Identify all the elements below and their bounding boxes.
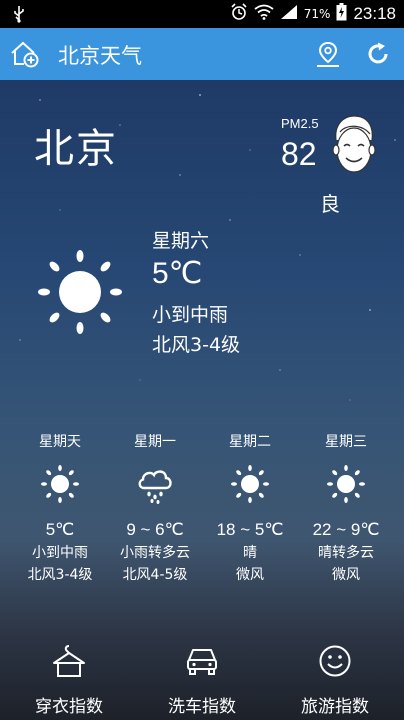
wifi-icon xyxy=(254,4,274,24)
carwash-index-button[interactable]: 洗车指数 xyxy=(135,640,269,717)
status-bar: 71% 23:18 xyxy=(0,0,404,28)
app-title: 北京天气 xyxy=(58,44,142,68)
clothing-index-label: 穿衣指数 xyxy=(35,697,103,717)
today-temperature: 5℃ xyxy=(152,257,203,290)
sun-icon xyxy=(36,248,124,336)
forecast-wind: 北风4-5级 xyxy=(122,567,188,583)
clothing-icon xyxy=(53,645,85,677)
today-condition: 小到中雨 xyxy=(152,304,229,326)
forecast-list: 星期天 5℃ 小到中雨 北风3-4级 星期一 9 ~ 6℃ 小雨转多云 北风4-… xyxy=(10,432,396,602)
forecast-day: 星期天 xyxy=(39,434,81,450)
smiling-face-icon xyxy=(326,112,382,184)
rain-cloud-icon xyxy=(138,470,172,504)
today-day: 星期六 xyxy=(152,230,210,252)
car-icon xyxy=(187,649,217,675)
carwash-index-label: 洗车指数 xyxy=(168,697,236,717)
forecast-temp: 22 ~ 9℃ xyxy=(312,520,380,539)
signal-icon xyxy=(280,4,298,24)
forecast-condition: 小雨转多云 xyxy=(120,545,190,561)
forecast-condition: 小到中雨 xyxy=(32,545,88,561)
forecast-temp: 18 ~ 5℃ xyxy=(216,520,284,539)
forecast-wind: 微风 xyxy=(236,567,264,583)
sun-icon xyxy=(231,465,269,503)
forecast-wind: 微风 xyxy=(332,567,360,583)
travel-index-button[interactable]: 旅游指数 xyxy=(268,640,402,717)
forecast-day: 星期三 xyxy=(325,434,367,450)
forecast-item: 星期三 22 ~ 9℃ 晴转多云 微风 xyxy=(296,432,396,586)
smiley-icon xyxy=(319,645,351,677)
sun-icon xyxy=(41,465,79,503)
home-add-icon[interactable] xyxy=(10,39,40,69)
weather-main: 北京 PM2.5 82 良 星期六 5℃ 小到中雨 北风3-4级 星期天 5℃ … xyxy=(0,80,404,720)
battery-charging-icon xyxy=(336,3,347,25)
alarm-icon xyxy=(230,3,248,25)
pm25-value: 82 xyxy=(281,136,317,172)
refresh-icon[interactable] xyxy=(364,40,392,68)
forecast-day: 星期一 xyxy=(134,434,176,450)
app-bar: 北京天气 xyxy=(0,28,404,80)
index-bar: 穿衣指数 洗车指数 旅游指数 xyxy=(0,640,404,720)
clothing-index-button[interactable]: 穿衣指数 xyxy=(2,640,136,717)
forecast-condition: 晴转多云 xyxy=(318,545,374,561)
pm25-label: PM2.5 xyxy=(281,116,319,131)
forecast-item: 星期一 9 ~ 6℃ 小雨转多云 北风4-5级 xyxy=(105,432,205,586)
sun-icon xyxy=(327,465,365,503)
forecast-item: 星期二 18 ~ 5℃ 晴 微风 xyxy=(200,432,300,586)
city-name: 北京 xyxy=(34,126,118,172)
location-pin-icon[interactable] xyxy=(314,40,342,68)
status-time: 23:18 xyxy=(353,4,396,23)
air-quality-level: 良 xyxy=(320,192,340,216)
forecast-wind: 北风3-4级 xyxy=(27,567,93,583)
forecast-temp: 5℃ xyxy=(45,520,75,539)
battery-percent: 71% xyxy=(303,7,331,21)
travel-index-label: 旅游指数 xyxy=(301,697,369,717)
usb-icon xyxy=(12,5,26,27)
today-wind: 北风3-4级 xyxy=(152,334,241,356)
forecast-temp: 9 ~ 6℃ xyxy=(126,520,184,539)
forecast-day: 星期二 xyxy=(229,434,271,450)
forecast-condition: 晴 xyxy=(243,545,257,561)
forecast-item: 星期天 5℃ 小到中雨 北风3-4级 xyxy=(10,432,110,586)
